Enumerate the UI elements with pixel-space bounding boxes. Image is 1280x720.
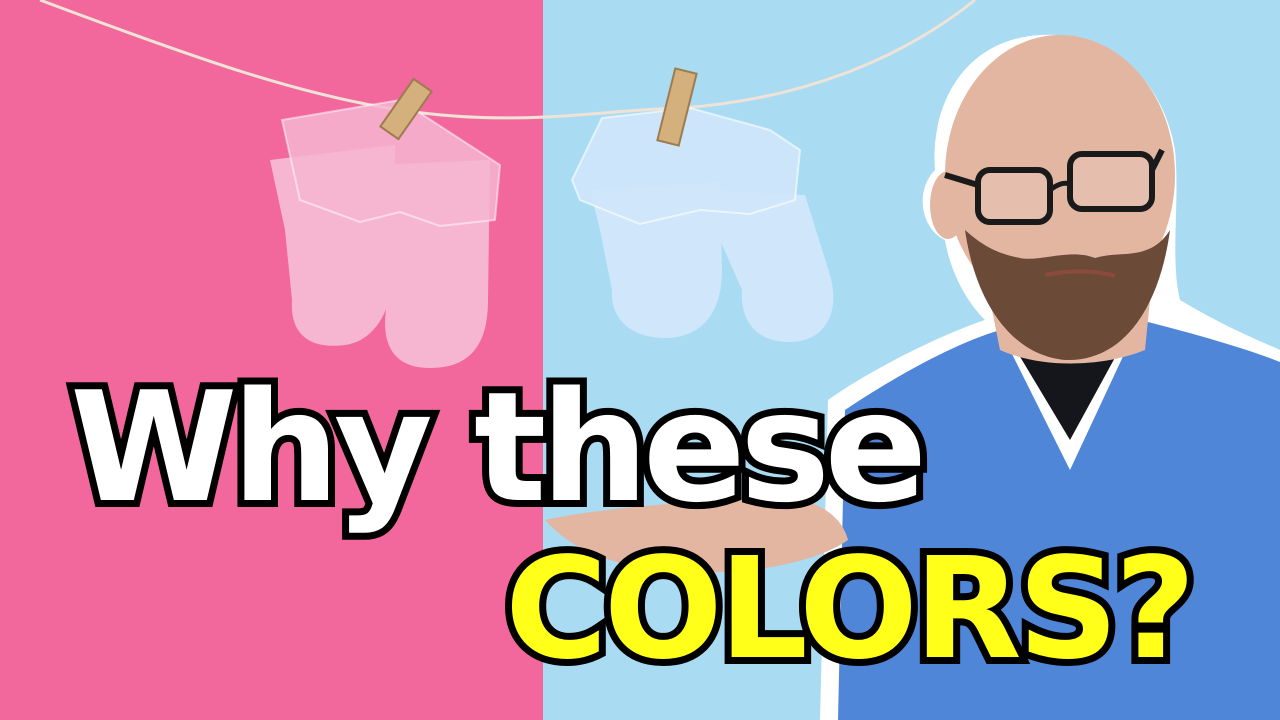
clothesline [39,0,976,120]
blue-socks-icon [570,106,834,342]
pink-socks-icon [270,98,502,368]
thumbnail-frame: Why these COLORS? [0,0,1280,720]
headline-line-1: Why these [63,359,934,536]
headline-line-2: COLORS? [498,528,1203,691]
